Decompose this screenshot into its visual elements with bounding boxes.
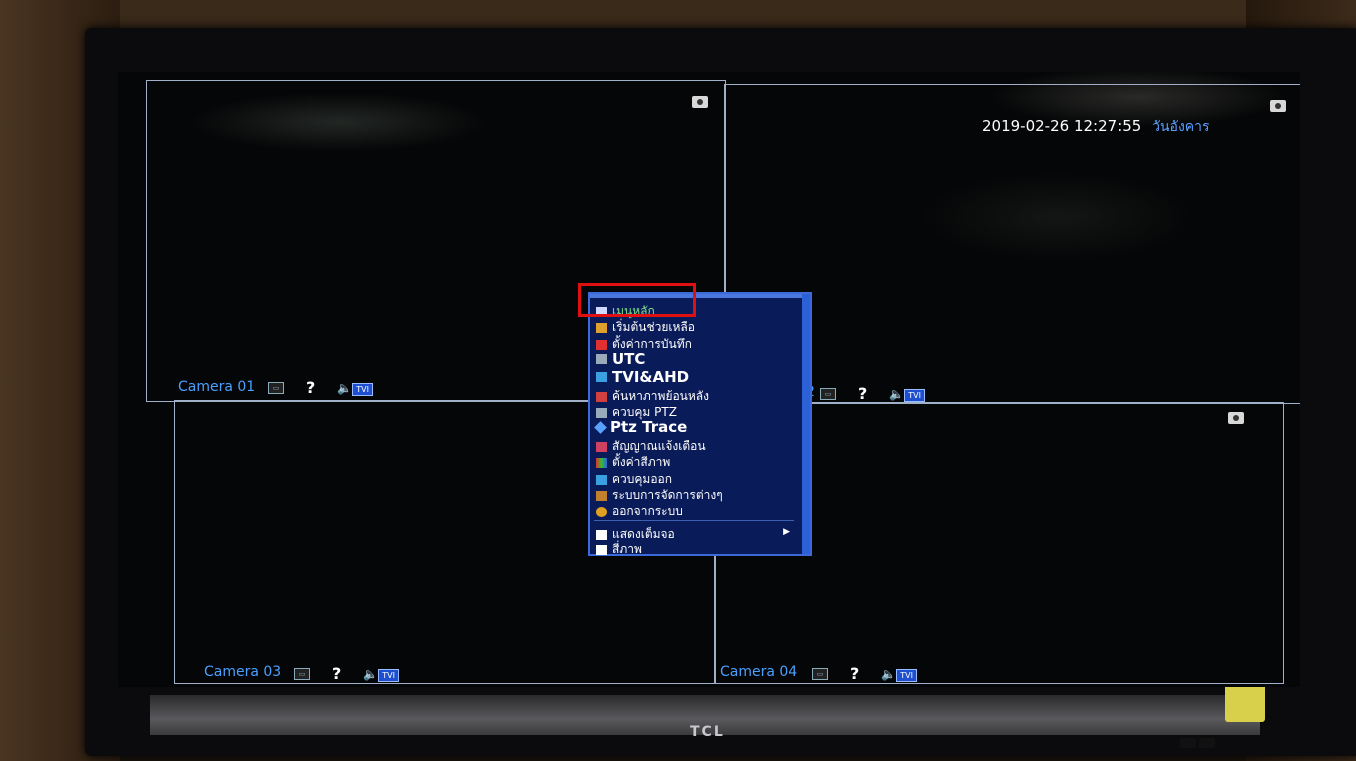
- quad-icon: [596, 544, 607, 555]
- camera-label-3: Camera 03: [204, 664, 282, 680]
- pencil-icon: [596, 322, 607, 333]
- highlight-box: [578, 283, 696, 317]
- tvi-badge: TVI: [896, 668, 917, 682]
- record-icon: [596, 339, 607, 350]
- monitor-icon: [596, 372, 607, 382]
- help-icon[interactable]: ?: [858, 384, 867, 403]
- weekday-text: วันอังคาร: [1152, 119, 1210, 135]
- logout-icon: [596, 506, 607, 517]
- menu-scrollbar[interactable]: [802, 294, 810, 554]
- date-text: 2019-02-26: [982, 117, 1070, 135]
- datetime-overlay: 2019-02-26 12:27:55 วันอังคาร: [982, 116, 1210, 138]
- camera-snapshot-icon[interactable]: [692, 96, 708, 108]
- hand-icon: [596, 354, 607, 364]
- recording-icon: ▭: [820, 387, 836, 400]
- help-icon[interactable]: ?: [850, 664, 859, 683]
- recording-icon: ▭: [268, 381, 284, 394]
- context-menu: เมนูหลัก เริ่มต้นช่วยเหลือ ตั้งค่าการบัน…: [588, 292, 812, 556]
- menu-item-logout[interactable]: ออกจากระบบ: [596, 502, 683, 521]
- menu-item-label: สี่ภาพ: [612, 542, 642, 556]
- help-icon[interactable]: ?: [332, 664, 341, 683]
- audio-mute-icon: 🔈: [881, 666, 897, 681]
- camera-label-1: Camera 01: [178, 379, 256, 395]
- fullscreen-icon: [596, 529, 607, 540]
- tvi-badge: TVI: [378, 668, 399, 682]
- camera-status-icons-3: ▭ ? 🔈 TVI: [294, 664, 399, 683]
- menu-item-quad-view[interactable]: สี่ภาพ: [596, 540, 642, 559]
- menu-item-label: TVI&AHD: [612, 368, 690, 386]
- menu-item-utc[interactable]: UTC: [596, 350, 645, 368]
- menu-item-label: UTC: [612, 350, 646, 368]
- system-icon: [596, 490, 607, 501]
- camera-snapshot-icon[interactable]: [1228, 412, 1244, 424]
- recording-icon: ▭: [812, 667, 828, 680]
- camera-snapshot-icon[interactable]: [1270, 100, 1286, 112]
- submenu-arrow-icon: ▶: [783, 527, 790, 537]
- diamond-icon: [594, 420, 607, 434]
- tvi-badge: TVI: [904, 388, 925, 402]
- playback-icon: [596, 391, 607, 402]
- ptz-icon: [596, 407, 607, 418]
- help-icon[interactable]: ?: [306, 378, 315, 397]
- audio-tvi-group: 🔈 TVI: [881, 666, 917, 682]
- recording-icon: ▭: [294, 667, 310, 680]
- menu-item-tvi-ahd[interactable]: TVI&AHD: [596, 368, 689, 386]
- audio-tvi-group: 🔈 TVI: [363, 666, 399, 682]
- audio-tvi-group: 🔈 TVI: [337, 380, 373, 396]
- camera-status-icons-2: ▭ ? 🔈 TVI: [820, 384, 925, 403]
- audio-mute-icon: 🔈: [889, 386, 905, 401]
- tvi-badge: TVI: [352, 382, 373, 396]
- audio-tvi-group: 🔈 TVI: [889, 386, 925, 402]
- menu-item-ptz-trace[interactable]: Ptz Trace: [594, 418, 688, 436]
- color-icon: [596, 457, 607, 468]
- camera-label-4: Camera 04: [720, 664, 798, 680]
- menu-item-label: Ptz Trace: [610, 418, 688, 436]
- speaker-grille: [1180, 733, 1220, 748]
- camera-status-icons-4: ▭ ? 🔈 TVI: [812, 664, 917, 683]
- dvr-screen: 2019-02-26 12:27:55 วันอังคาร Camera 01 …: [118, 72, 1300, 687]
- camera-status-icons-1: ▭ ? 🔈 TVI: [268, 378, 373, 397]
- tv-brand-logo: TCL: [690, 724, 725, 740]
- audio-mute-icon: 🔈: [363, 666, 379, 681]
- alarm-icon: [596, 441, 607, 452]
- time-text: 12:27:55: [1073, 117, 1142, 135]
- menu-separator: [594, 520, 794, 521]
- menu-item-label: ออกจากระบบ: [612, 504, 683, 518]
- audio-mute-icon: 🔈: [337, 380, 353, 395]
- output-icon: [596, 474, 607, 485]
